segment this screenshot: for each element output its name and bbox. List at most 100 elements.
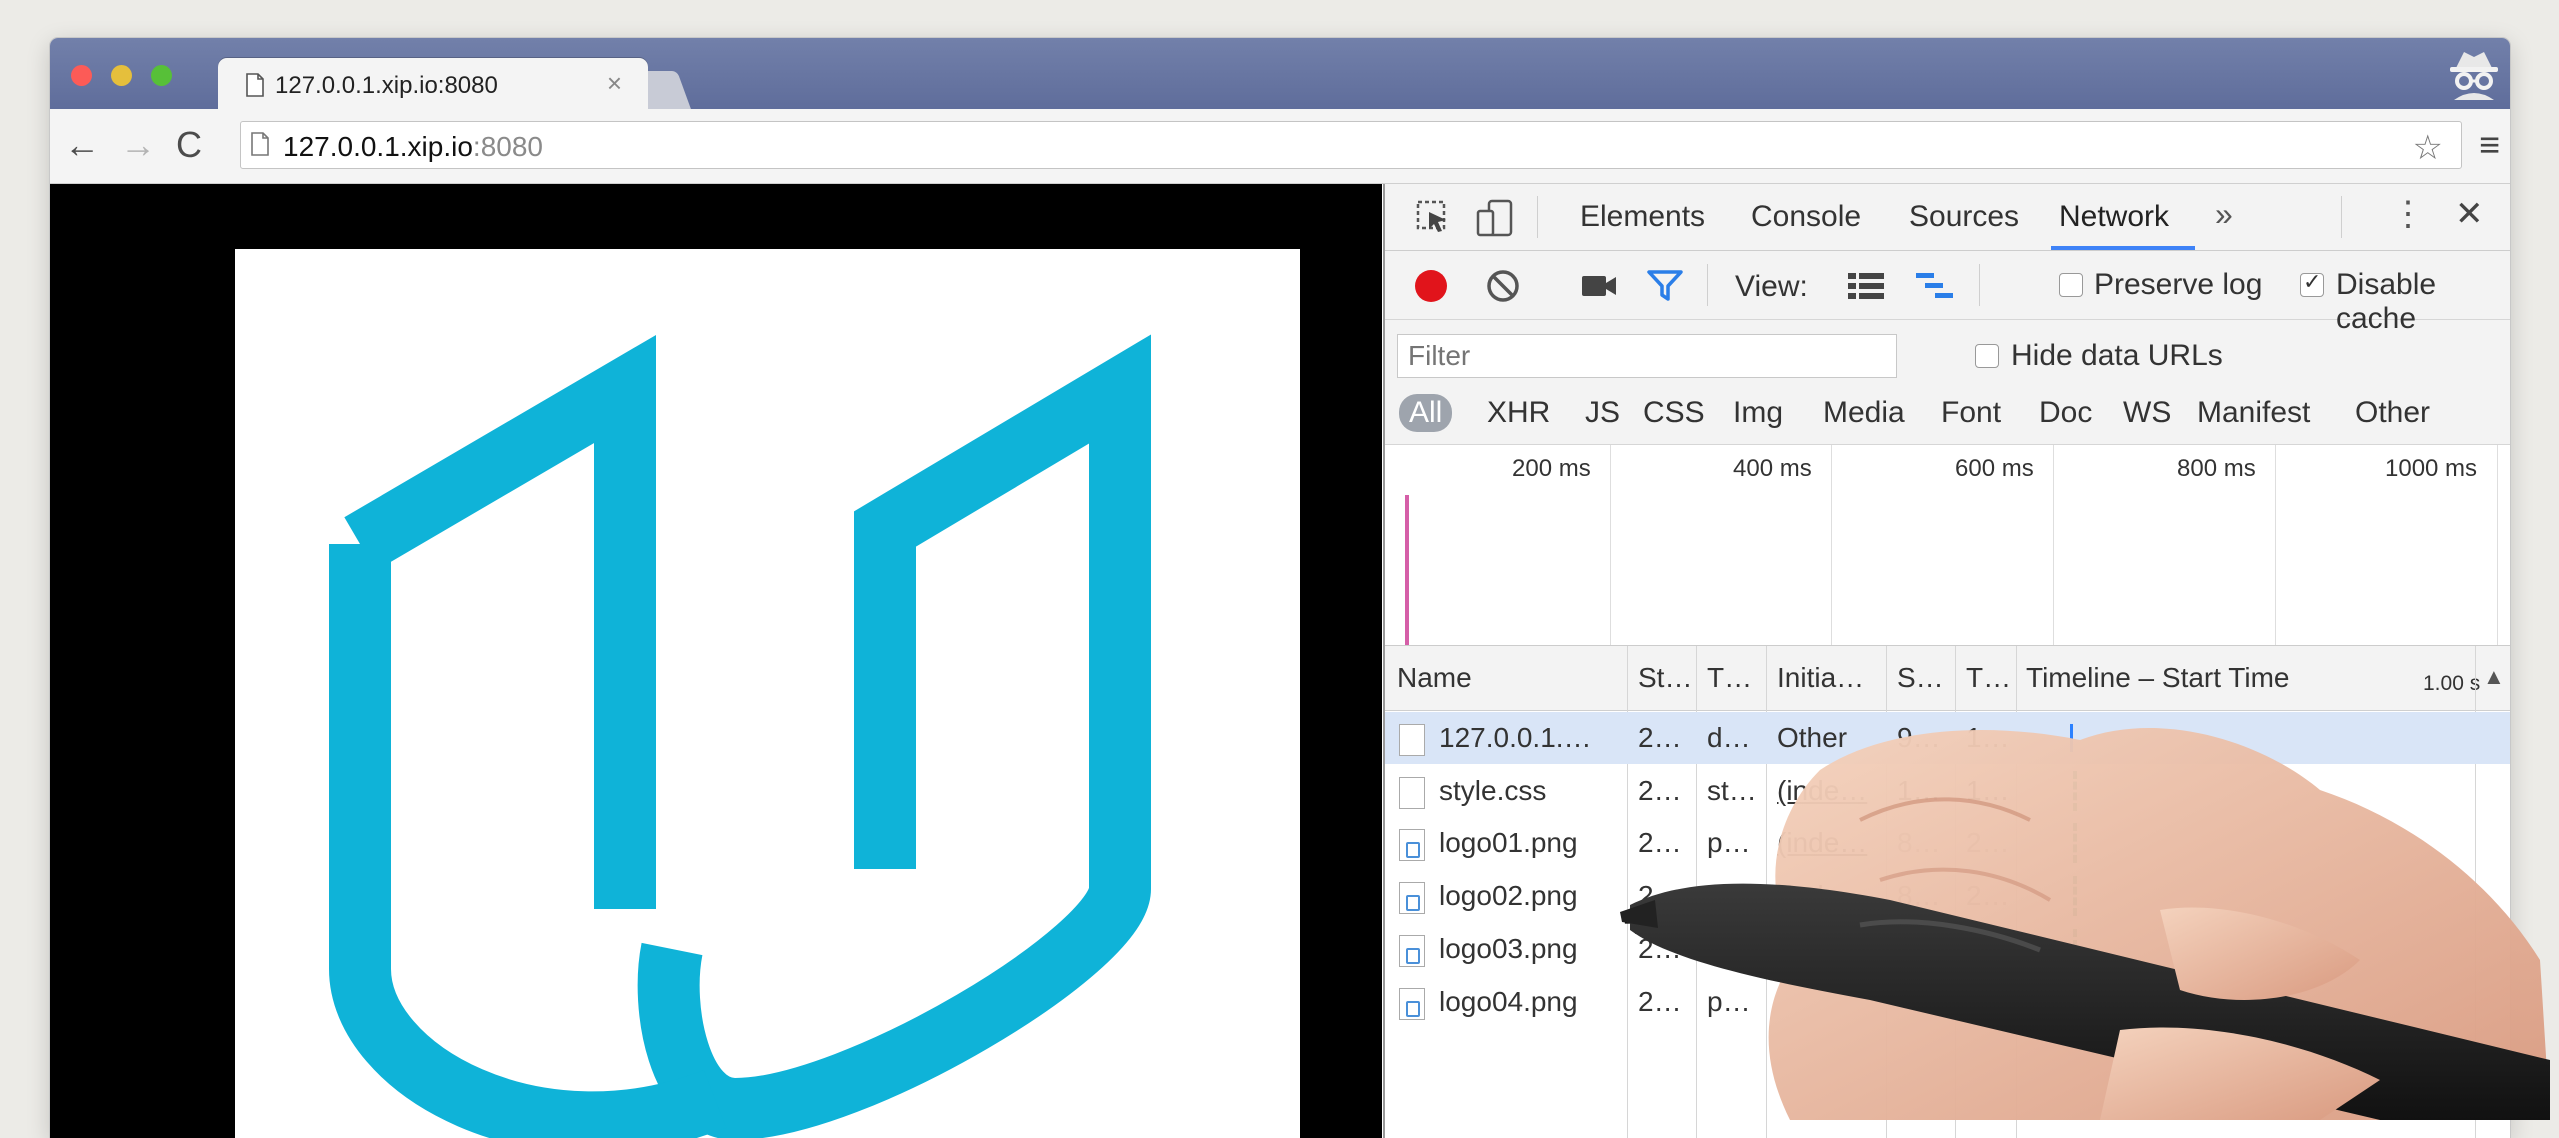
type-filter-js[interactable]: JS: [1585, 396, 1620, 430]
reload-icon[interactable]: C: [176, 127, 202, 163]
udacity-logo-icon: [329, 334, 1151, 1138]
resource-type-filters: All XHR JS CSS Img Media Font Doc WS Man…: [1385, 384, 2510, 445]
logo-image: [235, 249, 1300, 1138]
column-header-status[interactable]: St…: [1638, 662, 1692, 694]
overview-tick-label: 1000 ms: [2385, 455, 2478, 482]
request-type: p…: [1707, 827, 1751, 858]
table-row[interactable]: logo04.png 2… p…: [1385, 976, 2510, 1028]
requests-table: Name St… T… Initia… S… T… Timeline – Sta…: [1385, 646, 2510, 1138]
request-type: d…: [1707, 722, 1751, 753]
device-toolbar-icon[interactable]: [1475, 199, 1515, 237]
tab-network[interactable]: Network: [2059, 200, 2169, 234]
browser-menu-icon[interactable]: ≡: [2479, 127, 2500, 163]
column-header-name[interactable]: Name: [1397, 662, 1472, 694]
toolbar-separator: [1537, 196, 1538, 238]
filter-row: Hide data URLs: [1385, 320, 2510, 382]
request-initiator[interactable]: (inde…: [1777, 827, 1867, 859]
table-header: Name St… T… Initia… S… T… Timeline – Sta…: [1385, 646, 2510, 711]
request-status: 2…: [1638, 722, 1682, 753]
request-time: 1…: [1966, 722, 2010, 753]
request-status: 2…: [1638, 986, 1682, 1017]
overview-waterfall-icon[interactable]: [1915, 271, 1955, 301]
forward-arrow-icon[interactable]: →: [120, 127, 156, 163]
type-filter-font[interactable]: Font: [1941, 396, 2001, 430]
table-row[interactable]: style.css 2… st… (inde… 1… 1…: [1385, 765, 2510, 817]
close-window-button[interactable]: [71, 65, 92, 86]
overview-gridline: [2053, 445, 2054, 645]
preserve-log-checkbox[interactable]: [2059, 273, 2083, 297]
more-tabs-icon[interactable]: »: [2215, 196, 2233, 233]
waterfall-bar: [2073, 771, 2081, 811]
type-filter-xhr[interactable]: XHR: [1487, 396, 1550, 430]
type-filter-manifest[interactable]: Manifest: [2197, 396, 2310, 430]
column-header-initiator[interactable]: Initia…: [1777, 662, 1864, 694]
hide-data-urls-checkbox[interactable]: [1975, 344, 1999, 368]
request-initiator[interactable]: (inde…: [1777, 880, 1867, 912]
request-initiator[interactable]: (inde…: [1777, 775, 1867, 807]
request-time: 1…: [1966, 775, 2010, 806]
disable-cache-checkbox[interactable]: [2300, 269, 2324, 297]
filter-icon[interactable]: [1647, 269, 1683, 303]
bookmark-star-icon[interactable]: ☆: [2413, 128, 2443, 168]
overview-tick-label: 400 ms: [1733, 455, 1812, 482]
waterfall-bar: [2073, 876, 2081, 916]
table-row[interactable]: logo02.png 2… p… (inde… 8… 2…: [1385, 870, 2510, 922]
type-filter-other[interactable]: Other: [2355, 396, 2430, 430]
column-header-type[interactable]: T…: [1707, 662, 1752, 694]
column-header-size[interactable]: S…: [1897, 662, 1944, 694]
tab-console[interactable]: Console: [1751, 200, 1861, 234]
request-size: 8…: [1897, 827, 1941, 858]
type-filter-img[interactable]: Img: [1733, 396, 1783, 430]
type-filter-ws[interactable]: WS: [2123, 396, 2171, 430]
capture-screenshots-icon[interactable]: [1581, 273, 1617, 299]
network-overview[interactable]: 200 ms 400 ms 600 ms 800 ms 1000 ms: [1385, 445, 2510, 646]
type-filter-doc[interactable]: Doc: [2039, 396, 2092, 430]
navigation-toolbar: ← → C 127.0.0.1.xip.io:8080 ☆ ≡: [50, 109, 2510, 184]
page-viewport: [50, 184, 1382, 1138]
tab-elements[interactable]: Elements: [1580, 200, 1705, 234]
type-filter-css[interactable]: CSS: [1643, 396, 1705, 430]
tab-close-icon[interactable]: ×: [607, 68, 622, 99]
clear-icon[interactable]: [1485, 268, 1521, 304]
request-size: 8…: [1897, 880, 1941, 911]
table-row[interactable]: logo03.png 2… p…: [1385, 923, 2510, 975]
record-button[interactable]: [1415, 270, 1447, 302]
close-devtools-icon[interactable]: ✕: [2455, 194, 2484, 234]
stylesheet-icon: [1399, 777, 1425, 809]
large-rows-icon[interactable]: [1847, 271, 1885, 301]
waterfall-bar: [2070, 724, 2073, 752]
inspect-element-icon[interactable]: [1415, 199, 1451, 235]
type-filter-all[interactable]: All: [1399, 394, 1453, 432]
browser-tab[interactable]: 127.0.0.1.xip.io:8080 ×: [218, 58, 648, 110]
request-type: p…: [1707, 986, 1751, 1017]
overview-tick-label: 800 ms: [2177, 455, 2256, 482]
type-filter-media[interactable]: Media: [1823, 396, 1905, 430]
request-name: logo04.png: [1439, 986, 1578, 1017]
preserve-log-label: Preserve log: [2094, 268, 2263, 301]
active-tab-indicator: [2051, 246, 2195, 250]
column-header-timeline[interactable]: Timeline – Start Time: [2026, 662, 2289, 694]
request-name: logo03.png: [1439, 933, 1578, 964]
toolbar-separator: [1707, 264, 1708, 306]
network-toolbar: View: Preserve log Disable cache: [1385, 251, 2510, 335]
zoom-window-button[interactable]: [151, 65, 172, 86]
table-row[interactable]: 127.0.0.1.… 2… d… Other 9… 1…: [1385, 712, 2510, 764]
tab-title: 127.0.0.1.xip.io:8080: [275, 72, 498, 99]
request-name: logo02.png: [1439, 880, 1578, 911]
filter-input[interactable]: [1397, 334, 1897, 378]
tab-sources[interactable]: Sources: [1909, 200, 2019, 234]
overview-gridline: [2497, 445, 2498, 645]
request-name: 127.0.0.1.…: [1439, 722, 1592, 753]
toolbar-separator: [1979, 264, 1980, 306]
devtools-menu-icon[interactable]: ⋮: [2391, 194, 2425, 234]
column-header-time[interactable]: T…: [1966, 662, 2011, 694]
minimize-window-button[interactable]: [111, 65, 132, 86]
address-bar[interactable]: 127.0.0.1.xip.io:8080 ☆: [240, 121, 2462, 169]
sort-ascending-icon[interactable]: ▲: [2483, 664, 2505, 690]
page-document-icon: [251, 132, 269, 156]
waterfall-bar: [2073, 929, 2081, 959]
back-arrow-icon[interactable]: ←: [64, 127, 100, 163]
request-time: 2…: [1966, 827, 2010, 858]
request-status: 2…: [1638, 827, 1682, 858]
table-row[interactable]: logo01.png 2… p… (inde… 8… 2…: [1385, 817, 2510, 869]
